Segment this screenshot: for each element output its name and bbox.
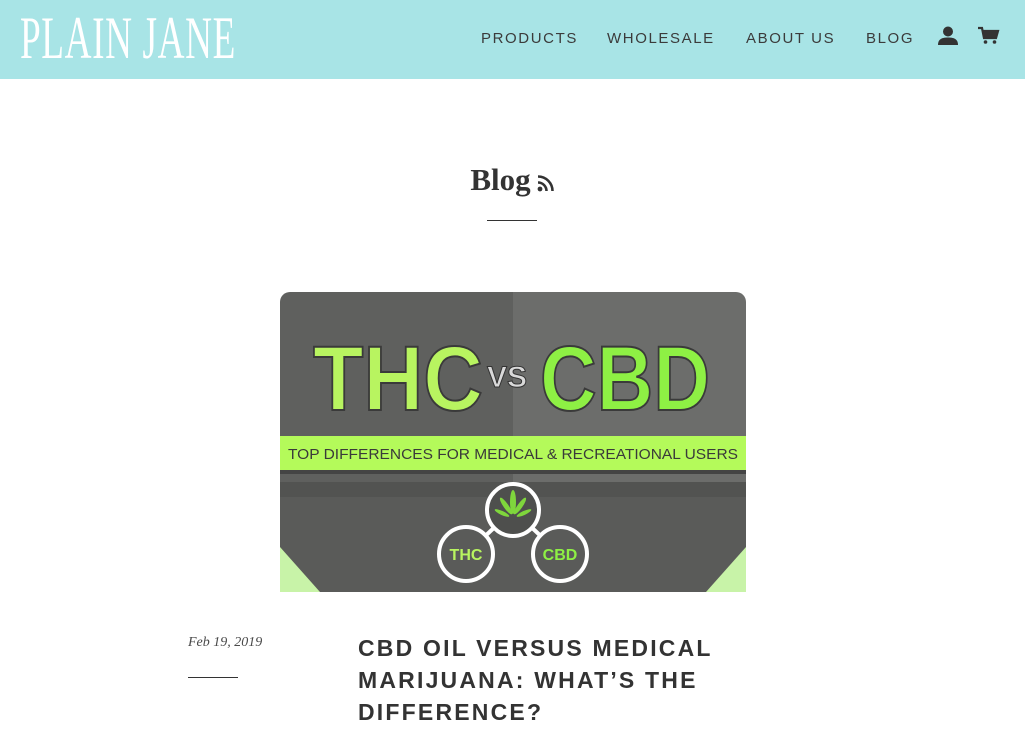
cart-icon[interactable] [977,24,1001,48]
nav-item-products[interactable]: PRODUCTS [481,29,578,49]
page-title: Blog [470,162,531,197]
post-date: Feb 19, 2019 [188,635,263,650]
node-cbd-label: CBD [543,547,578,564]
thc-heading: THC [313,328,483,430]
blog-heading: Blog [0,158,1025,202]
rss-icon[interactable] [537,174,555,192]
date-divider [188,677,238,678]
node-thc-label: THC [450,547,483,564]
site-header: PLAIN JANE PRODUCTS WHOLESALE ABOUT US B… [0,0,1025,79]
banner-text: TOP DIFFERENCES FOR MEDICAL & RECREATION… [288,446,738,463]
account-icon[interactable] [936,24,960,48]
featured-image[interactable]: THC VS CBD TOP DIFFERENCES FOR MEDICAL &… [280,292,746,592]
title-divider [487,220,537,221]
nav-item-wholesale[interactable]: WHOLESALE [607,29,715,49]
cbd-heading: CBD [540,328,710,430]
post-title[interactable]: CBD OIL VERSUS MEDICAL MARIJUANA: WHAT’S… [358,632,778,728]
main-nav: PRODUCTS WHOLESALE ABOUT US BLOG [0,0,1025,79]
nav-item-about-us[interactable]: ABOUT US [746,29,835,49]
vs-label: VS [487,361,527,394]
nav-item-blog[interactable]: BLOG [866,29,914,49]
